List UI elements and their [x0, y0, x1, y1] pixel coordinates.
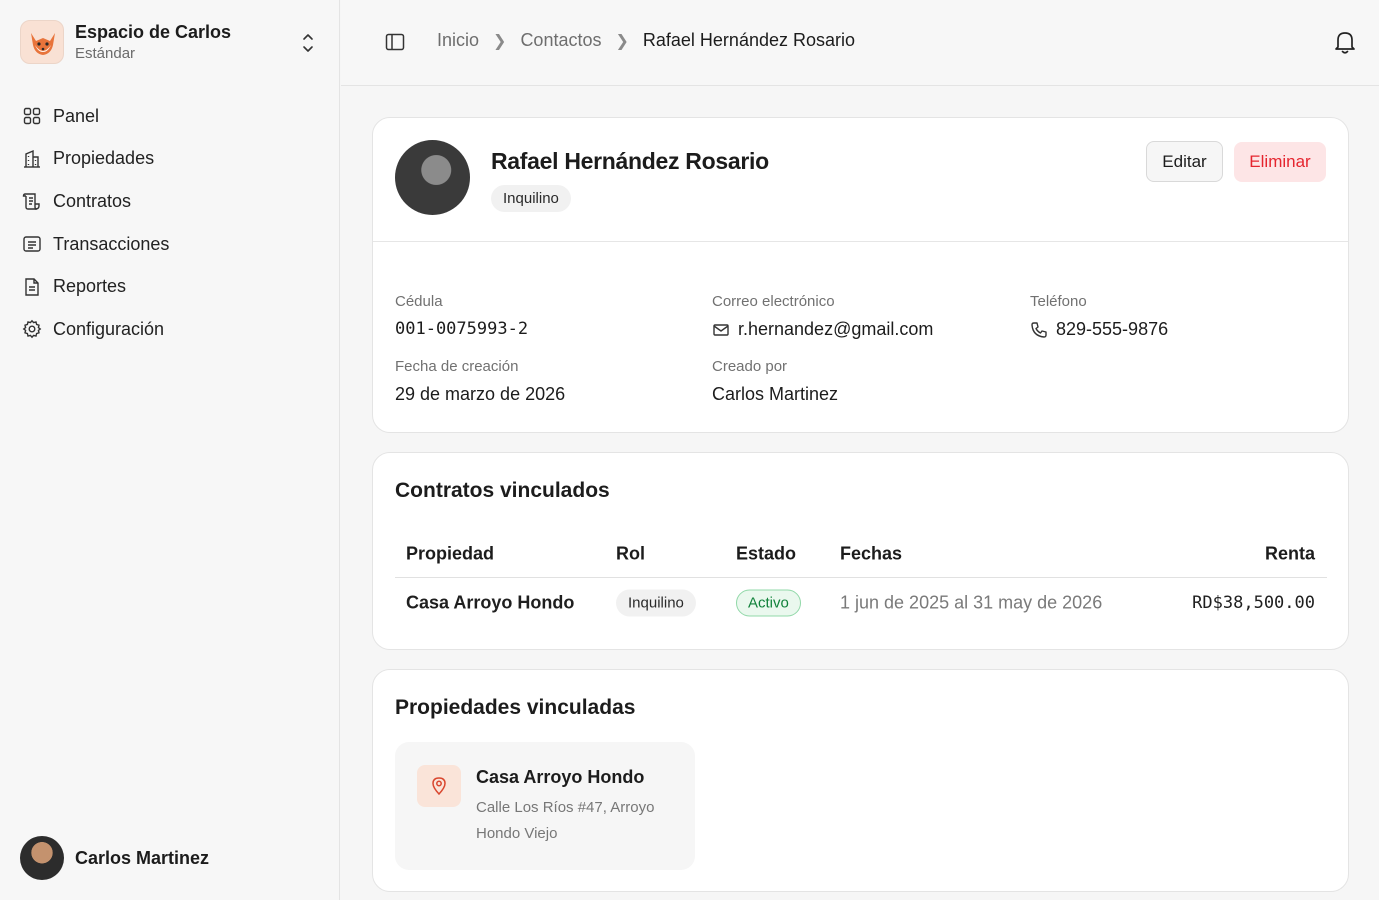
- sidebar-item-label: Propiedades: [53, 148, 155, 169]
- sidebar-item-label: Panel: [53, 105, 100, 126]
- user-name: Carlos Martinez: [75, 847, 210, 868]
- workspace-plan: Estándar: [75, 45, 136, 62]
- avatar: [20, 836, 64, 880]
- linked-properties-card: Propiedades vinculadas Casa Arroyo Hondo…: [372, 669, 1349, 892]
- sidebar-item-label: Configuración: [53, 318, 165, 339]
- sidebar-item-propiedades[interactable]: Propiedades: [20, 138, 320, 181]
- building-icon: [20, 147, 44, 171]
- contact-avatar: [395, 140, 470, 215]
- sidebar-item-contratos[interactable]: Contratos: [20, 180, 320, 223]
- chevron-right-icon: ❯: [615, 32, 629, 50]
- fox-logo-icon: [20, 20, 64, 64]
- contracts-table: Propiedad Rol Estado Fechas Renta Casa A…: [395, 531, 1327, 628]
- row-role-badge: Inquilino: [616, 589, 696, 617]
- topbar: Inicio ❯ Contactos ❯ Rafael Hernández Ro…: [341, 0, 1379, 86]
- header-role: Rol: [616, 543, 645, 564]
- file-icon: [20, 275, 44, 299]
- property-name: Casa Arroyo Hondo: [476, 767, 645, 787]
- sidebar-toggle-icon[interactable]: [385, 33, 405, 51]
- linked-contracts-card: Contratos vinculados Propiedad Rol Estad…: [372, 452, 1349, 650]
- creator-value: Carlos Martinez: [712, 384, 839, 404]
- row-dates: 1 jun de 2025 al 31 may de 2026: [840, 592, 1103, 613]
- user-menu[interactable]: Carlos Martinez: [20, 836, 320, 880]
- cedula-field: Cédula 001-0075993-2: [395, 293, 528, 339]
- edit-button[interactable]: Editar: [1146, 141, 1223, 182]
- sidebar-item-reportes[interactable]: Reportes: [20, 265, 320, 308]
- bell-icon[interactable]: [1333, 29, 1357, 55]
- sidebar-item-transacciones[interactable]: Transacciones: [20, 223, 320, 266]
- breadcrumb-contactos[interactable]: Contactos: [520, 30, 601, 51]
- contact-card: Rafael Hernández Rosario Inquilino Edita…: [372, 117, 1349, 433]
- breadcrumb-home[interactable]: Inicio: [437, 30, 479, 51]
- phone-value-row: 829-555-9876: [1030, 319, 1168, 340]
- email-value-row: r.hernandez@gmail.com: [712, 319, 933, 340]
- created-date-value: 29 de marzo de 2026: [395, 384, 566, 404]
- workspace-switcher[interactable]: Espacio de Carlos Estándar: [20, 20, 320, 64]
- cedula-value: 001-0075993-2: [395, 319, 529, 339]
- gear-icon: [20, 317, 44, 341]
- chevron-right-icon: ❯: [493, 32, 507, 50]
- sidebar-item-panel[interactable]: Panel: [20, 95, 320, 138]
- contact-header: Rafael Hernández Rosario Inquilino Edita…: [373, 118, 1348, 242]
- phone-field: Teléfono 829-555-9876: [1030, 293, 1168, 340]
- breadcrumb-current: Rafael Hernández Rosario: [642, 30, 856, 50]
- workspace-name: Espacio de Carlos: [75, 22, 232, 42]
- table-header: Propiedad Rol Estado Fechas Renta: [395, 531, 1327, 578]
- delete-button[interactable]: Eliminar: [1234, 142, 1326, 182]
- row-property[interactable]: Casa Arroyo Hondo: [406, 593, 574, 614]
- property-card[interactable]: Casa Arroyo Hondo Calle Los Ríos #47, Ar…: [395, 742, 695, 870]
- role-badge: Inquilino: [491, 185, 571, 212]
- contact-name: Rafael Hernández Rosario: [491, 148, 769, 174]
- email-label: Correo electrónico: [712, 293, 835, 310]
- breadcrumb: Inicio ❯ Contactos ❯ Rafael Hernández Ro…: [437, 30, 855, 51]
- sidebar-item-label: Transacciones: [53, 233, 170, 254]
- sidebar-item-label: Reportes: [53, 276, 127, 297]
- scroll-icon: [20, 189, 44, 213]
- phone-icon: [1030, 321, 1048, 339]
- phone-label: Teléfono: [1030, 293, 1087, 310]
- property-address: Calle Los Ríos #47, Arroyo Hondo Viejo: [476, 799, 655, 842]
- created-date-label: Fecha de creación: [395, 358, 519, 375]
- email-value[interactable]: r.hernandez@gmail.com: [738, 319, 933, 340]
- table-row[interactable]: Casa Arroyo Hondo Inquilino Activo 1 jun…: [395, 578, 1327, 628]
- header-dates: Fechas: [840, 543, 903, 564]
- receipt-icon: [20, 232, 44, 256]
- creator-label: Creado por: [712, 358, 788, 375]
- phone-value[interactable]: 829-555-9876: [1056, 319, 1168, 340]
- row-status-badge: Activo: [736, 589, 801, 617]
- sidebar-item-label: Contratos: [53, 190, 132, 211]
- sidebar-nav: Panel Propiedades Contratos Transaccione…: [20, 95, 320, 351]
- grid-icon: [20, 104, 44, 128]
- linked-contracts-title: Contratos vinculados: [395, 479, 610, 502]
- creator-field: Creado por Carlos Martinez: [712, 358, 838, 405]
- sidebar: Espacio de Carlos Estándar Panel Propied…: [0, 0, 340, 900]
- header-status: Estado: [736, 543, 797, 564]
- header-rent: Renta: [1264, 543, 1315, 564]
- email-field: Correo electrónico r.hernandez@gmail.com: [712, 293, 933, 340]
- row-rent: RD$38,500.00: [1192, 593, 1315, 613]
- cedula-label: Cédula: [395, 293, 443, 310]
- linked-properties-title: Propiedades vinculadas: [395, 696, 636, 719]
- created-date-field: Fecha de creación 29 de marzo de 2026: [395, 358, 565, 405]
- mail-icon: [712, 321, 730, 339]
- map-pin-icon: [417, 765, 461, 807]
- sidebar-item-configuracion[interactable]: Configuración: [20, 308, 320, 351]
- header-property: Propiedad: [406, 543, 495, 564]
- chevron-updown-icon: [303, 34, 313, 52]
